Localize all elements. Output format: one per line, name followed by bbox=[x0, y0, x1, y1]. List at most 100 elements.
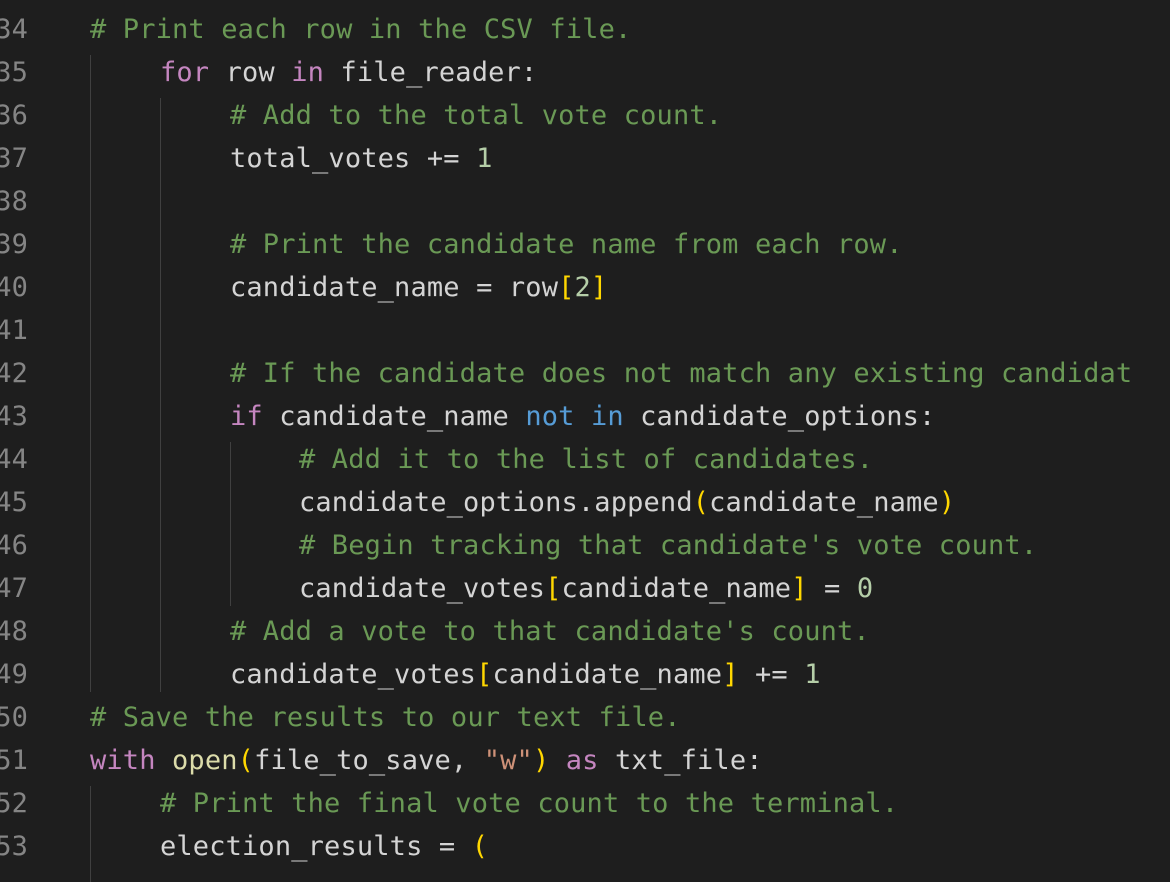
code-line[interactable]: 34 # Print each row in the CSV file. bbox=[0, 8, 1170, 51]
code-text: total_votes += 1 bbox=[230, 137, 493, 180]
line-number: 44 bbox=[0, 444, 28, 475]
code-text: if candidate_name not in candidate_optio… bbox=[230, 395, 935, 438]
code-token: election_results = bbox=[160, 831, 472, 862]
line-number: 36 bbox=[0, 100, 28, 131]
code-token: as bbox=[565, 745, 599, 776]
code-text: candidate_votes[candidate_name] += 1 bbox=[230, 653, 821, 696]
code-text: candidate_options.append(candidate_name) bbox=[299, 481, 955, 524]
code-token: with bbox=[90, 745, 156, 776]
code-token: ) bbox=[938, 487, 956, 518]
code-token: 1 bbox=[476, 143, 493, 174]
code-line[interactable]: 37 total_votes += 1 bbox=[0, 137, 1170, 180]
code-line[interactable]: 38 bbox=[0, 180, 1170, 223]
code-line[interactable]: 35 for row in file_reader: bbox=[0, 51, 1170, 94]
code-token: file_to_save, bbox=[254, 745, 484, 776]
code-text: candidate_name = row[2] bbox=[230, 266, 607, 309]
code-token: total_votes += bbox=[230, 143, 477, 174]
line-number: 34 bbox=[0, 14, 28, 45]
code-text: # Add a vote to that candidate's count. bbox=[230, 610, 870, 653]
code-line[interactable]: 40 candidate_name = row[2] bbox=[0, 266, 1170, 309]
code-token: candidate_name = row bbox=[230, 272, 559, 303]
code-text: # Print each row in the CSV file. bbox=[90, 8, 631, 51]
code-line[interactable]: 45 candidate_options.append(candidate_nam… bbox=[0, 481, 1170, 524]
line-number: 42 bbox=[0, 358, 28, 389]
line-number: 52 bbox=[0, 788, 28, 819]
code-text: # If the candidate does not match any ex… bbox=[230, 352, 1132, 395]
code-line[interactable]: 36 # Add to the total vote count. bbox=[0, 94, 1170, 137]
line-number: 40 bbox=[0, 272, 28, 303]
line-number: 49 bbox=[0, 659, 28, 690]
code-text: for row in file_reader: bbox=[160, 51, 537, 94]
code-token: file_reader: bbox=[324, 57, 538, 88]
code-text: candidate_votes[candidate_name] = 0 bbox=[299, 567, 873, 610]
code-line[interactable]: 43 if candidate_name not in candidate_opt… bbox=[0, 395, 1170, 438]
code-line[interactable]: 50 # Save the results to our text file. bbox=[0, 696, 1170, 739]
code-line[interactable]: 46 # Begin tracking that candidate's vote… bbox=[0, 524, 1170, 567]
code-token: # If the candidate does not match any ex… bbox=[230, 358, 1133, 389]
code-line[interactable]: 48 # Add a vote to that candidate's count… bbox=[0, 610, 1170, 653]
code-token: open bbox=[172, 745, 238, 776]
code-line[interactable]: 39 # Print the candidate name from each r… bbox=[0, 223, 1170, 266]
code-text: election_results = ( bbox=[160, 825, 488, 868]
code-token: candidate_votes bbox=[299, 573, 546, 604]
line-number: 37 bbox=[0, 143, 28, 174]
code-token: ( bbox=[692, 487, 710, 518]
code-line[interactable]: 44 # Add it to the list of candidates. bbox=[0, 438, 1170, 481]
code-token: txt_file: bbox=[598, 745, 763, 776]
code-line[interactable]: 52 # Print the final vote count to the te… bbox=[0, 782, 1170, 825]
code-token: 1 bbox=[804, 659, 821, 690]
line-number: 38 bbox=[0, 186, 28, 217]
code-token: row bbox=[209, 57, 292, 88]
code-token: [ bbox=[545, 573, 562, 604]
code-token: in bbox=[590, 401, 624, 432]
code-line[interactable]: 47 candidate_votes[candidate_name] = 0 bbox=[0, 567, 1170, 610]
code-token: candidate_name bbox=[262, 401, 526, 432]
code-text: # Save the results to our text file. bbox=[90, 696, 681, 739]
code-text: # Add it to the list of candidates. bbox=[299, 438, 873, 481]
code-line[interactable]: 42 # If the candidate does not match any … bbox=[0, 352, 1170, 395]
code-token: ] bbox=[590, 272, 608, 303]
code-token: # Add to the total vote count. bbox=[230, 100, 723, 131]
code-token: ( bbox=[471, 831, 489, 862]
code-token: not bbox=[525, 401, 575, 432]
line-number: 48 bbox=[0, 616, 28, 647]
code-text: with open(file_to_save, "w") as txt_file… bbox=[90, 739, 763, 782]
code-token: # Add a vote to that candidate's count. bbox=[230, 616, 870, 647]
code-text: # Print the final vote count to the term… bbox=[160, 782, 898, 825]
code-editor[interactable]: 34 # Print each row in the CSV file. 35 for… bbox=[0, 0, 1170, 882]
code-token: # Print the candidate name from each row… bbox=[230, 229, 903, 260]
code-text: # Add to the total vote count. bbox=[230, 94, 722, 137]
code-token: # Print each row in the CSV file. bbox=[90, 14, 632, 45]
code-text: # Begin tracking that candidate's vote c… bbox=[299, 524, 1037, 567]
code-token: # Print the final vote count to the term… bbox=[160, 788, 899, 819]
code-token: ] bbox=[791, 573, 808, 604]
code-token: candidate_name bbox=[709, 487, 939, 518]
line-number: 43 bbox=[0, 401, 28, 432]
indent-guide bbox=[230, 442, 231, 606]
code-token: # Save the results to our text file. bbox=[90, 702, 681, 733]
code-line[interactable]: 49 candidate_votes[candidate_name] += 1 bbox=[0, 653, 1170, 696]
code-token: [ bbox=[476, 659, 493, 690]
line-number: 41 bbox=[0, 315, 28, 346]
line-number: 39 bbox=[0, 229, 28, 260]
line-number: 51 bbox=[0, 745, 28, 776]
code-token: ] bbox=[722, 659, 739, 690]
code-token: # Add it to the list of candidates. bbox=[299, 444, 874, 475]
code-token: 2 bbox=[574, 272, 591, 303]
code-text: # Print the candidate name from each row… bbox=[230, 223, 903, 266]
code-token: in bbox=[291, 57, 325, 88]
code-line[interactable]: 51 with open(file_to_save, "w") as txt_fi… bbox=[0, 739, 1170, 782]
indent-guide bbox=[90, 55, 91, 692]
code-token: "w" bbox=[483, 745, 533, 776]
code-token: candidate_name bbox=[561, 573, 792, 604]
line-number: 46 bbox=[0, 530, 28, 561]
code-token: 0 bbox=[856, 573, 874, 604]
code-token: [ bbox=[558, 272, 575, 303]
code-token: # Begin tracking that candidate's vote c… bbox=[299, 530, 1038, 561]
code-line[interactable]: 41 bbox=[0, 309, 1170, 352]
line-number: 35 bbox=[0, 57, 28, 88]
indent-guide bbox=[160, 98, 161, 692]
code-line[interactable]: 53 election_results = ( bbox=[0, 825, 1170, 868]
